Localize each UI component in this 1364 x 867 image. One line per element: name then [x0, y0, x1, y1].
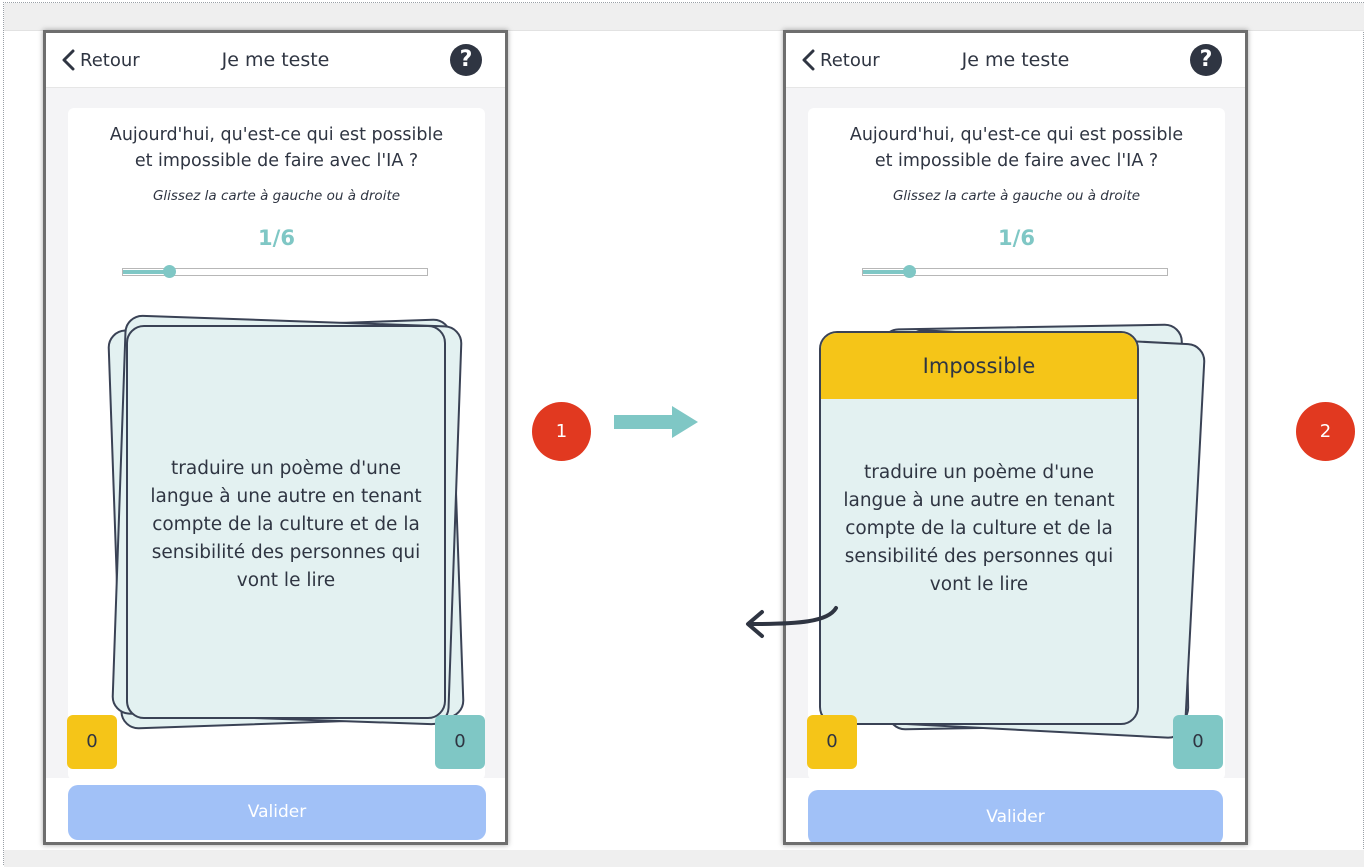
- swipe-left-arrow-icon: [746, 606, 838, 638]
- progress-fill: [123, 270, 169, 274]
- phone-screen-right: Retour Je me teste ? Aujourd'hui, qu'est…: [783, 30, 1248, 845]
- step-badge-2: 2: [1296, 402, 1355, 461]
- card-text: traduire un poème d'une langue à une aut…: [150, 458, 422, 591]
- quiz-card[interactable]: traduire un poème d'une langue à une aut…: [126, 325, 446, 719]
- impossible-banner: Impossible: [821, 333, 1137, 399]
- progress-knob: [162, 265, 176, 278]
- question-text: Aujourd'hui, qu'est-ce qui est possible …: [109, 125, 444, 171]
- phone-screen-left: Retour Je me teste ? Aujourd'hui, qu'est…: [43, 30, 508, 845]
- progress-knob: [902, 265, 916, 278]
- right-arrow-icon: [614, 406, 698, 438]
- validate-button[interactable]: Valider: [808, 790, 1223, 842]
- question-counter: 1/6: [258, 226, 295, 250]
- quiz-content: Aujourd'hui, qu'est-ce qui est possible …: [46, 88, 505, 780]
- help-icon[interactable]: ?: [450, 44, 482, 76]
- possible-score: 0: [435, 715, 485, 769]
- page-title: Je me teste: [961, 49, 1070, 71]
- question-counter: 1/6: [998, 226, 1035, 250]
- swipe-hint: Glissez la carte à gauche ou à droite: [892, 188, 1141, 204]
- question-text: Aujourd'hui, qu'est-ce qui est possible …: [849, 125, 1184, 171]
- swipe-hint: Glissez la carte à gauche ou à droite: [152, 188, 401, 204]
- app-bar: Retour Je me teste ?: [786, 33, 1245, 88]
- card-text: traduire un poème d'une langue à une aut…: [843, 462, 1115, 595]
- quiz-content: Aujourd'hui, qu'est-ce qui est possible …: [786, 88, 1245, 780]
- possible-score: 0: [1173, 715, 1223, 769]
- step-badge-1: 1: [532, 402, 591, 461]
- page-title: Je me teste: [221, 49, 330, 71]
- app-bar: Retour Je me teste ?: [46, 33, 505, 88]
- help-icon[interactable]: ?: [1190, 44, 1222, 76]
- impossible-score: 0: [807, 715, 857, 769]
- impossible-score: 0: [67, 715, 117, 769]
- validate-button[interactable]: Valider: [68, 785, 486, 840]
- progress-bar: [122, 265, 428, 278]
- progress-fill: [863, 270, 909, 274]
- quiz-card[interactable]: Impossible traduire un poème d'une langu…: [819, 331, 1139, 725]
- top-band: [4, 3, 1364, 31]
- bottom-band: [4, 850, 1364, 867]
- progress-bar: [862, 265, 1168, 278]
